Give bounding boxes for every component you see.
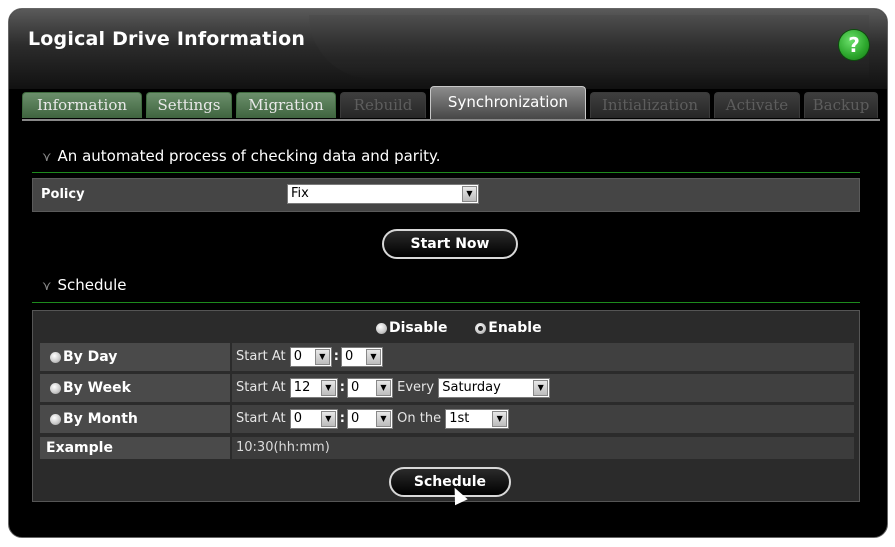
by-week-label: By Week xyxy=(63,380,131,396)
by-month-date: 1st xyxy=(449,411,470,426)
dropdown-arrow-icon: ▼ xyxy=(376,411,391,427)
every-label: Every xyxy=(397,380,435,395)
by-week-day: Saturday xyxy=(442,380,501,395)
time-separator: : xyxy=(339,411,345,426)
schedule-toggle: Disable Enable xyxy=(376,320,542,336)
section-divider xyxy=(32,172,860,173)
policy-value: Fix xyxy=(291,186,309,201)
tab-initialization: Initialization xyxy=(590,92,710,118)
enable-radio[interactable] xyxy=(475,322,487,334)
by-day-label: By Day xyxy=(63,349,118,365)
example-label: Example xyxy=(40,437,230,459)
time-separator: : xyxy=(333,349,339,364)
start-now-button[interactable]: Start Now xyxy=(382,229,518,259)
dropdown-arrow-icon: ▼ xyxy=(314,349,330,365)
by-week-option[interactable]: By Week xyxy=(40,374,230,402)
disable-label: Disable xyxy=(389,320,448,336)
by-month-hour: 0 xyxy=(293,411,303,426)
dropdown-arrow-icon: ▼ xyxy=(320,411,336,427)
dropdown-arrow-icon: ▼ xyxy=(366,349,381,365)
tab-migration[interactable]: Migration xyxy=(236,92,336,118)
double-chevron-icon: ⋎ xyxy=(42,279,52,294)
dropdown-arrow-icon: ▼ xyxy=(376,380,391,396)
tab-activate: Activate xyxy=(714,92,800,118)
by-month-values: Start At 0 ▼:0 ▼ On the 1st ▼ xyxy=(232,405,854,433)
enable-label: Enable xyxy=(488,320,542,336)
start-at-label: Start At xyxy=(236,380,286,395)
start-at-label: Start At xyxy=(236,411,286,426)
tab-synchronization[interactable]: Synchronization xyxy=(430,86,586,120)
by-day-hour-select[interactable]: 0 ▼ xyxy=(289,347,332,367)
page-title: Logical Drive Information xyxy=(28,28,306,50)
tab-settings[interactable]: Settings xyxy=(146,92,232,118)
dropdown-arrow-icon: ▼ xyxy=(462,186,477,202)
by-month-minute: 0 xyxy=(351,411,360,426)
by-week-minute: 0 xyxy=(351,380,360,395)
by-week-values: Start At 12 ▼:0 ▼ Every Saturday ▼ xyxy=(232,374,854,402)
policy-label: Policy xyxy=(41,187,85,202)
by-month-option[interactable]: By Month xyxy=(40,405,230,433)
double-chevron-icon: ⋎ xyxy=(42,150,52,165)
sync-description: An automated process of checking data an… xyxy=(57,147,441,165)
tab-bar: Information Settings Migration Rebuild S… xyxy=(22,86,882,120)
by-day-minute: 0 xyxy=(345,349,354,364)
by-week-row: By Week Start At 12 ▼:0 ▼ Every Saturday ▼ xyxy=(40,374,854,402)
by-week-minute-select[interactable]: 0 ▼ xyxy=(347,378,393,398)
schedule-heading: ⋎ Schedule xyxy=(42,276,126,294)
time-separator: : xyxy=(339,380,345,395)
by-week-hour-select[interactable]: 12 ▼ xyxy=(289,378,338,398)
section-divider xyxy=(32,302,860,303)
schedule-title: Schedule xyxy=(57,276,127,294)
start-at-label: Start At xyxy=(236,349,286,364)
by-month-row: By Month Start At 0 ▼:0 ▼ On the 1st ▼ xyxy=(40,405,854,433)
by-week-day-select[interactable]: Saturday ▼ xyxy=(438,378,551,398)
disable-radio[interactable] xyxy=(376,322,387,334)
policy-select[interactable]: Fix ▼ xyxy=(287,184,479,204)
by-day-values: Start At 0 ▼:0 ▼ xyxy=(232,343,854,371)
on-the-label: On the xyxy=(397,411,442,426)
by-month-label: By Month xyxy=(63,411,138,427)
tab-information[interactable]: Information xyxy=(22,92,142,118)
by-day-minute-select[interactable]: 0 ▼ xyxy=(341,347,383,367)
by-month-radio[interactable] xyxy=(50,413,61,425)
by-month-date-select[interactable]: 1st ▼ xyxy=(445,409,510,429)
policy-row: Policy Fix ▼ xyxy=(32,178,860,212)
example-value: 10:30(hh:mm) xyxy=(232,437,854,459)
by-day-hour: 0 xyxy=(293,349,303,364)
by-month-minute-select[interactable]: 0 ▼ xyxy=(347,409,393,429)
dropdown-arrow-icon: ▼ xyxy=(320,380,336,396)
tab-backup: Backup xyxy=(804,92,878,118)
header-swoosh xyxy=(309,15,869,79)
by-day-radio[interactable] xyxy=(50,351,61,363)
by-month-hour-select[interactable]: 0 ▼ xyxy=(289,409,338,429)
by-day-option[interactable]: By Day xyxy=(40,343,230,371)
by-day-row: By Day Start At 0 ▼:0 ▼ xyxy=(40,343,854,371)
tab-divider xyxy=(22,119,880,121)
by-week-radio[interactable] xyxy=(50,382,61,394)
tab-rebuild: Rebuild xyxy=(340,92,426,118)
by-week-hour: 12 xyxy=(293,380,311,395)
dropdown-arrow-icon: ▼ xyxy=(533,380,549,396)
help-icon[interactable]: ? xyxy=(839,30,869,60)
dropdown-arrow-icon: ▼ xyxy=(492,411,508,427)
sync-description-heading: ⋎ An automated process of checking data a… xyxy=(42,147,441,165)
example-row: Example 10:30(hh:mm) xyxy=(40,437,854,459)
